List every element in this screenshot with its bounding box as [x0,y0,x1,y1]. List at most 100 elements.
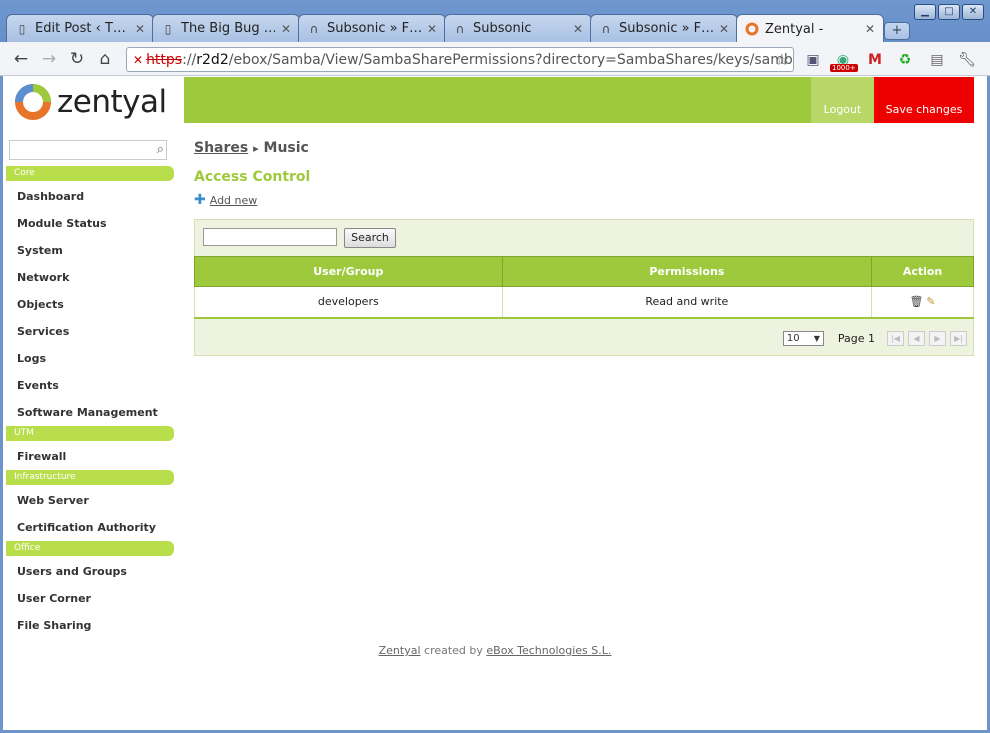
sidebar-item-web-server[interactable]: Web Server [17,494,89,507]
sidebar-item-users-and-groups[interactable]: Users and Groups [17,565,127,578]
close-tab-icon[interactable]: ✕ [573,22,583,36]
sidebar-item-module-status[interactable]: Module Status [17,217,107,230]
sidebar-item-dashboard[interactable]: Dashboard [17,190,84,203]
table-search-input[interactable] [203,228,337,246]
zentyal-icon [745,22,759,36]
tab-strip: ▯ Edit Post ‹ T… ✕ ▯ The Big Bug … ✕ ∩ S… [6,14,984,43]
tab-label: The Big Bug … [181,21,275,36]
logout-button[interactable]: Logout [811,77,874,123]
new-tab-button[interactable]: + [884,22,910,40]
edit-pencil-icon[interactable]: ✎ [926,295,935,308]
web-page: zentyal Logout Save changes ⌕ Core Dashb… [3,76,987,730]
sidebar-search-input[interactable]: ⌕ [9,140,167,160]
page-size-select[interactable]: 10 ▼ [782,331,824,346]
breadcrumb-current: Music [263,140,309,156]
extension-badge: 1000+ [830,64,858,72]
document-icon: ▯ [18,21,26,36]
headphones-icon: ∩ [601,21,611,36]
sidebar-item-network[interactable]: Network [17,271,69,284]
reload-icon[interactable]: ↻ [66,48,88,70]
sidebar-item-events[interactable]: Events [17,379,59,392]
close-tab-icon[interactable]: ✕ [427,22,437,36]
chevron-down-icon: ▼ [813,334,820,343]
save-changes-button[interactable]: Save changes [874,77,974,123]
footer-link-zentyal[interactable]: Zentyal [379,644,421,657]
logo-text: zentyal [57,84,167,120]
browser-tab[interactable]: ∩ Subsonic » F… ✕ [298,14,446,42]
permissions-table: User/Group Permissions Action developers… [194,256,974,319]
sidebar-item-services[interactable]: Services [17,325,69,338]
sidebar-group-infrastructure: Infrastructure [6,470,174,485]
sidebar-item-file-sharing[interactable]: File Sharing [17,619,91,632]
footer: Zentyal created by eBox Technologies S.L… [3,644,987,657]
browser-tab[interactable]: ▯ The Big Bug … ✕ [152,14,300,42]
breadcrumb-link-shares[interactable]: Shares [194,140,248,156]
add-new-label[interactable]: Add new [210,194,258,207]
back-arrow-icon[interactable]: ← [10,48,32,70]
extension-icon[interactable]: ▣ [804,51,822,69]
browser-tab[interactable]: ∩ Subsonic » F… ✕ [590,14,738,42]
forward-arrow-icon[interactable]: → [38,48,60,70]
headphones-icon: ∩ [455,21,465,36]
bookmark-star-icon[interactable]: ☆ [775,50,789,69]
search-icon[interactable]: ⌕ [157,142,164,157]
lock-broken-icon: ✕ [133,52,144,67]
column-header-user-group[interactable]: User/Group [194,256,503,287]
sidebar-item-user-corner[interactable]: User Corner [17,592,91,605]
close-tab-icon[interactable]: ✕ [135,22,145,36]
add-new-link[interactable]: ✚ Add new [194,192,257,208]
footer-text: created by [424,644,483,657]
tab-label: Subsonic » F… [619,21,713,36]
sidebar-item-objects[interactable]: Objects [17,298,64,311]
extension-puzzle-icon[interactable]: ▤ [928,51,946,69]
sidebar-item-software-management[interactable]: Software Management [17,406,158,419]
browser-tab[interactable]: ∩ Subsonic ✕ [444,14,592,42]
zentyal-logo[interactable]: zentyal [13,82,167,122]
url-host: r2d2 [196,51,229,68]
close-tab-icon[interactable]: ✕ [865,22,875,36]
sidebar-group-core: Core [6,166,174,181]
gmail-icon[interactable]: M [866,51,884,69]
close-tab-icon[interactable]: ✕ [281,22,291,36]
table-row: developers Read and write 🗑︎ ✎ [194,286,974,319]
home-icon[interactable]: ⌂ [94,48,116,70]
green-extension-icon[interactable]: ♻ [896,51,914,69]
column-header-action: Action [871,256,974,287]
sidebar-item-system[interactable]: System [17,244,63,257]
browser-tab-active[interactable]: Zentyal - ✕ [736,14,884,43]
last-page-icon[interactable]: ▶| [950,331,967,346]
page-size-value: 10 [786,333,800,344]
trash-icon[interactable]: 🗑︎ [909,295,923,308]
add-icon[interactable]: ✚ [194,192,206,208]
table-container: Search User/Group Permissions Action dev… [194,219,974,356]
sidebar-item-certification-authority[interactable]: Certification Authority [17,521,156,534]
sidebar-group-utm: UTM [6,426,174,441]
pagination: 10 ▼ Page 1 |◀ ◀ ▶ ▶| [782,331,967,346]
cell-actions: 🗑︎ ✎ [871,286,974,319]
section-title: Access Control [194,169,311,185]
cell-user-group: developers [194,286,503,319]
browser-toolbar: ← → ↻ ⌂ ✕ https://r2d2/ebox/Samba/View/S… [0,42,990,76]
tab-label: Subsonic » F… [327,21,421,36]
browser-chrome: ▁ □ ✕ ▯ Edit Post ‹ T… ✕ ▯ The Big Bug …… [0,0,990,76]
close-tab-icon[interactable]: ✕ [719,22,729,36]
previous-page-icon[interactable]: ◀ [908,331,925,346]
sidebar-item-logs[interactable]: Logs [17,352,46,365]
column-header-permissions[interactable]: Permissions [501,256,873,287]
wrench-icon[interactable]: 🔧︎ [958,51,976,69]
tab-label: Edit Post ‹ T… [35,21,126,36]
first-page-icon[interactable]: |◀ [887,331,904,346]
sidebar-item-firewall[interactable]: Firewall [17,450,66,463]
cell-permissions: Read and write [501,286,873,319]
tab-label: Zentyal - [765,21,824,37]
search-button[interactable]: Search [344,228,396,248]
footer-link-ebox[interactable]: eBox Technologies S.L. [486,644,611,657]
address-bar[interactable]: ✕ https://r2d2/ebox/Samba/View/SambaShar… [126,47,794,72]
breadcrumb: Shares ▸ Music [194,140,309,156]
browser-tab[interactable]: ▯ Edit Post ‹ T… ✕ [6,14,154,42]
next-page-icon[interactable]: ▶ [929,331,946,346]
zentyal-logo-icon [15,84,51,120]
page-label: Page 1 [837,332,875,345]
url-path: /ebox/Samba/View/SambaSharePermissions?d… [228,51,794,68]
tab-label: Subsonic [473,21,532,36]
